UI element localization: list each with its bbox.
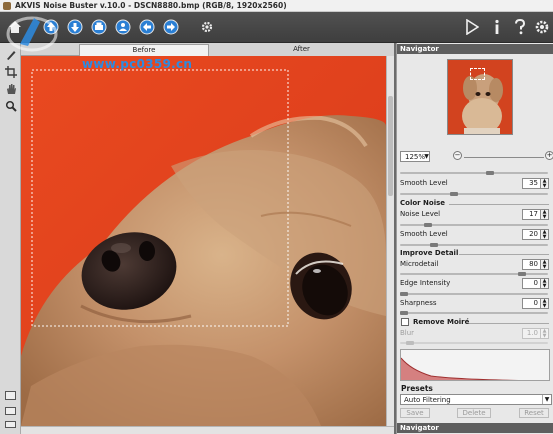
dog-photo [21,56,386,426]
microdetail-slider[interactable] [400,272,548,276]
navigator-thumbnail[interactable] [447,59,513,135]
remove-moire-title: Remove Moiré [413,318,470,326]
color-smooth-level-input[interactable]: 20 [522,229,541,240]
noise-level-input[interactable]: 17 [522,209,541,220]
microdetail-input[interactable]: 80 [522,259,541,270]
blur-input: 1.0 [522,328,541,339]
blur-row: Blur 1.0 ▲ ▼ [400,328,550,340]
image-canvas[interactable] [21,56,386,426]
sharpness-row: Sharpness 0 ▲ ▼ [400,298,550,310]
save-preset-button[interactable]: Save [400,408,430,418]
blur-slider [400,341,548,345]
tab-before[interactable]: Before [79,44,209,56]
chevron-down-icon[interactable]: ▼ [423,151,430,162]
color-smooth-level-row: Smooth Level 20 ▲ ▼ [400,229,550,241]
view-tabs: Before After [21,43,394,56]
color-noise-title: Color Noise [400,199,446,207]
zoom-slider[interactable] [464,157,544,158]
improve-detail-title: Improve Detail [400,249,459,257]
undo-icon[interactable] [136,16,157,38]
help-icon[interactable] [509,16,530,38]
settings-panel: Navigator 125% ▼ − + Smooth Level 35 ▲ ▼ … [396,43,553,434]
noise-level-spinner[interactable]: ▲ ▼ [541,209,549,220]
vertical-scrollbar[interactable] [386,56,394,426]
microdetail-row: Microdetail 80 ▲ ▼ [400,259,550,271]
remove-moire-checkbox[interactable] [401,318,409,326]
zoom-controls: 125% ▼ − + [400,151,553,163]
info-icon[interactable] [486,16,507,38]
hand-tool-icon[interactable] [3,82,18,96]
scroll-thumb[interactable] [388,96,393,196]
horizontal-scrollbar[interactable] [21,426,394,434]
chevron-down-icon[interactable]: ▼ [542,395,551,404]
sharpness-input[interactable]: 0 [522,298,541,309]
home-icon[interactable] [4,16,25,38]
zoom-tool-icon[interactable] [3,99,18,113]
navigator-footer-header: Navigator [397,423,553,433]
microdetail-label: Microdetail [400,260,439,268]
crop-tool-icon[interactable] [3,65,18,79]
smooth-level-spinner[interactable]: ▲ ▼ [541,178,549,189]
edge-intensity-slider[interactable] [400,292,548,296]
section-divider [459,254,549,255]
smooth-level-input[interactable]: 35 [522,178,541,189]
zoom-out-button[interactable]: − [453,151,462,160]
tab-after[interactable]: After [209,44,394,56]
brush-tool-icon[interactable] [3,48,18,62]
save-icon[interactable] [64,16,85,38]
share-icon[interactable] [112,16,133,38]
split-view-icon[interactable] [5,407,16,415]
sharpness-spinner[interactable]: ▲ ▼ [541,298,549,309]
compare-view-icon[interactable] [5,421,16,428]
luminance-smooth-row: Smooth Level 35 ▲ ▼ [400,178,550,190]
luminance-level-slider[interactable] [400,171,548,175]
navigator-view-frame[interactable] [470,68,485,80]
settings-gear-icon[interactable] [196,16,217,38]
noise-level-slider[interactable] [400,223,548,227]
preset-selected: Auto Filtering [404,396,451,404]
gear-icon[interactable] [531,16,552,38]
run-icon[interactable] [461,16,482,38]
title-bar: AKVIS Noise Buster v.10.0 - DSCN8880.bmp… [0,0,553,12]
zoom-in-button[interactable]: + [545,151,553,160]
delete-preset-button[interactable]: Delete [457,408,491,418]
color-smooth-level-spinner[interactable]: ▲ ▼ [541,229,549,240]
redo-icon[interactable] [160,16,181,38]
sharpness-slider[interactable] [400,311,548,315]
edge-intensity-input[interactable]: 0 [522,278,541,289]
blur-spinner: ▲ ▼ [541,328,549,339]
smooth-level-slider[interactable] [400,192,548,196]
blur-label: Blur [400,329,415,337]
noise-curve-graph [400,349,550,381]
noise-level-label: Noise Level [400,210,441,218]
section-divider [449,204,549,205]
window-title: AKVIS Noise Buster v.10.0 - DSCN8880.bmp… [15,1,287,10]
sharpness-label: Sharpness [400,299,437,307]
upload-icon[interactable] [40,16,61,38]
color-noise-level-row: Noise Level 17 ▲ ▼ [400,209,550,221]
color-smooth-level-label: Smooth Level [400,230,448,238]
navigator-header: Navigator [397,44,553,54]
print-icon[interactable] [88,16,109,38]
tool-column [0,43,21,434]
display-mode-icon[interactable] [5,391,16,400]
main-toolbar [0,12,553,43]
edge-intensity-spinner[interactable]: ▲ ▼ [541,278,549,289]
color-smooth-level-slider[interactable] [400,243,548,247]
edge-intensity-row: Edge Intensity 0 ▲ ▼ [400,278,550,290]
app-icon [3,2,11,10]
edge-intensity-label: Edge Intensity [400,279,451,287]
presets-title: Presets [401,384,433,393]
section-divider [469,323,549,324]
microdetail-spinner[interactable]: ▲ ▼ [541,259,549,270]
preset-select[interactable]: Auto Filtering ▼ [400,394,552,405]
smooth-level-label: Smooth Level [400,179,448,187]
reset-preset-button[interactable]: Reset [519,408,549,418]
